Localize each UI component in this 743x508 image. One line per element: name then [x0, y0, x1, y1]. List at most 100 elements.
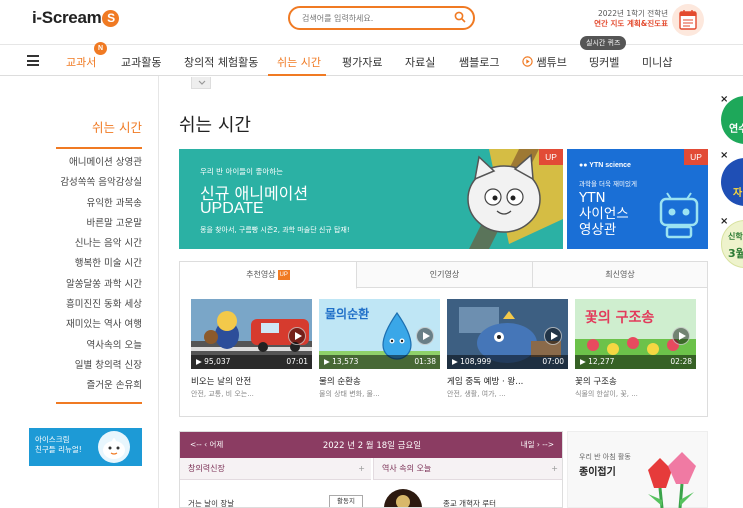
sidebar-item-finger-play[interactable]: 즐거운 손유희	[56, 377, 142, 397]
search-box[interactable]	[288, 6, 475, 30]
floating-banner-2[interactable]: 자	[721, 158, 743, 206]
nav-item-blog[interactable]: 쌤블로그	[459, 54, 499, 70]
nav-item-archive[interactable]: 자료실	[405, 54, 435, 70]
thumb-info-bar: ▶ 95,037 07:01	[191, 355, 312, 369]
video-thumbnail[interactable]: 물의순환 ▶ 13,573 01:38	[319, 299, 440, 369]
next-day-button[interactable]: 내일 › -->	[521, 439, 554, 450]
view-count-value: 12,277	[588, 357, 615, 366]
play-icon[interactable]	[288, 327, 306, 345]
nav-item-break-time[interactable]: 쉬는 시간	[277, 54, 321, 70]
search-icon[interactable]	[454, 11, 466, 26]
floating-banner-3[interactable]: 신학 3월	[721, 220, 743, 268]
video-card[interactable]: 물의순환 ▶ 13,573 01:38 물의 순환송 물의 상태 변화, 물..…	[319, 299, 440, 399]
sidebar-item-animation[interactable]: 애니메이션 상영관	[56, 154, 142, 174]
play-icon[interactable]	[416, 327, 434, 345]
video-tags: 안전, 교통, 비 오는...	[191, 390, 254, 398]
collapse-tab[interactable]	[191, 77, 211, 89]
tab-popular[interactable]: 인기영상	[357, 262, 533, 288]
thumbnail-caption: 꽃의 구조송	[585, 310, 655, 326]
notice-link[interactable]: 2022년 1학기 전학년 연간 지도 계획&진도표	[588, 9, 668, 29]
nav-item-textbook[interactable]: 교과서	[66, 54, 96, 70]
duration: 07:00	[542, 357, 564, 366]
logo[interactable]: i-Scream S	[32, 8, 120, 28]
sidebar-item-art-time[interactable]: 행복한 미술 시간	[56, 255, 142, 275]
close-floating-2[interactable]: ×	[720, 150, 728, 161]
video-title[interactable]: 비오는 날의 안전	[191, 375, 312, 387]
tab-recommended[interactable]: 추천영상 UP	[180, 262, 357, 289]
video-title[interactable]: 꽃의 구조송	[575, 375, 696, 387]
video-card[interactable]: ▶ 108,999 07:00 게임 중독 예방 · 왕... 안전, 생활, …	[447, 299, 568, 399]
floating-text-2: 자	[733, 188, 743, 199]
tab-latest[interactable]: 최신영상	[533, 262, 707, 288]
origami-tulip-illustration	[648, 452, 696, 508]
nav-item-creative-activity[interactable]: 창의적 체험활동	[184, 54, 258, 70]
sidebar-item-science-time[interactable]: 알쏭달쏭 과학 시간	[56, 276, 142, 296]
nav-item-assessment[interactable]: 평가자료	[342, 54, 382, 70]
ytn-logo-text: YTN science	[589, 162, 631, 169]
planner-button[interactable]	[672, 4, 704, 36]
sidebar-item-history-trip[interactable]: 재미있는 역사 여행	[56, 316, 142, 336]
play-icon[interactable]	[672, 327, 690, 345]
thumb-info-bar: ▶ 13,573 01:38	[319, 355, 440, 369]
paper-folding-card[interactable]: 우리 반 아침 활동 종이접기	[567, 431, 708, 508]
play-icon[interactable]	[544, 327, 562, 345]
search-input[interactable]	[302, 11, 452, 25]
video-thumbnail[interactable]: ▶ 95,037 07:01	[191, 299, 312, 369]
ytn-title2: 사이언스	[579, 206, 629, 222]
video-title[interactable]: 게임 중독 예방 · 왕...	[447, 375, 568, 387]
sidebar-item-music-listening[interactable]: 감성쏙쏙 음악감상실	[56, 174, 142, 194]
new-animation-banner[interactable]: 우리 반 아이들이 좋아하는 신규 애니메이션 UPDATE 몽을 찾아서, 구…	[179, 149, 563, 249]
video-thumbnail[interactable]: ▶ 108,999 07:00	[447, 299, 568, 369]
sidebar-item-daily-creativity[interactable]: 일별 창의력 신장	[56, 357, 142, 377]
ytn-title: YTN 사이언스 영상관	[579, 190, 629, 238]
sidebar-divider	[158, 76, 159, 508]
floating-text-1: 연수	[729, 124, 743, 135]
thumb-info-bar: ▶ 12,277 02:28	[575, 355, 696, 369]
video-title[interactable]: 물의 순환송	[319, 375, 440, 387]
hamburger-menu-icon[interactable]	[27, 55, 39, 66]
close-floating-3[interactable]: ×	[720, 216, 728, 227]
sidebar-item-music-time[interactable]: 신나는 음악 시간	[56, 235, 142, 255]
nav-item-subject-activity[interactable]: 교과활동	[121, 54, 161, 70]
video-thumbnail[interactable]: 꽃의 구조송 ▶ 12,277 02:28	[575, 299, 696, 369]
nav-item-thinkerbell[interactable]: 띵커벨	[589, 54, 619, 70]
view-count-value: 95,037	[204, 357, 231, 366]
banner2-up-tag: UP	[684, 149, 708, 165]
page-title: 쉬는 시간	[179, 115, 251, 136]
plus-icon[interactable]: +	[358, 458, 365, 480]
sidebar-item-good-words[interactable]: 바른말 고운말	[56, 215, 142, 235]
ytn-desc: 과학을 더욱 재미있게	[579, 180, 637, 188]
nav-item-tube[interactable]: 쌤튜브	[522, 54, 567, 70]
creativity-item[interactable]: 거는 날이 장날	[188, 498, 234, 507]
video-tags: 식물의 한살이, 꽃, ...	[575, 390, 638, 398]
floating-text-3: 신학	[728, 232, 743, 241]
active-nav-indicator	[268, 74, 326, 76]
calendar-date: 2022 년 2 월 18일 금요일	[322, 441, 422, 451]
sidebar-item-today-in-history[interactable]: 역사속의 오늘	[56, 337, 142, 357]
video-card[interactable]: 꽃의 구조송 ▶ 12,277 02:28 꽃의 구조송 식물의 한살이, 꽃,…	[575, 299, 696, 399]
mascot-image	[98, 431, 130, 463]
duration: 01:38	[414, 357, 436, 366]
plus-icon[interactable]: +	[551, 458, 558, 480]
chevron-down-icon	[198, 80, 206, 85]
video-card[interactable]: ▶ 95,037 07:01 비오는 날의 안전 안전, 교통, 비 오는...	[191, 299, 312, 399]
sidebar-divider-bottom	[56, 402, 142, 404]
play-circle-icon	[522, 56, 533, 67]
sidebar-item-fairy-tale[interactable]: 흥미진진 동화 세상	[56, 296, 142, 316]
video-tabs: 추천영상 UP 인기영상 최신영상	[180, 262, 707, 289]
notice-line1: 2022년 1학기 전학년	[597, 9, 668, 18]
notice-line2: 연간 지도 계획&진도표	[594, 19, 668, 28]
worksheet-button[interactable]: 활동지	[329, 495, 363, 507]
header: i-ScreamS 2022년 1학기 전학년 연간 지도 계획&진도표	[0, 0, 743, 44]
history-column-title: 역사 속의 오늘	[382, 464, 432, 473]
tab-up-badge: UP	[277, 270, 290, 280]
view-count: ▶ 108,999	[452, 357, 492, 366]
view-count-value: 108,999	[460, 357, 492, 366]
friends-renewal-banner[interactable]: 아이스크림 친구들 리뉴얼!	[29, 428, 142, 466]
sidebar-list: 애니메이션 상영관 감성쏙쏙 음악감상실 유익한 과목송 바른말 고운말 신나는…	[56, 154, 142, 398]
banner1-up-tag: UP	[539, 149, 563, 165]
history-item[interactable]: 종교 개혁자 루터	[443, 498, 496, 507]
ytn-science-banner[interactable]: ●● YTN science 과학을 더욱 재미있게 YTN 사이언스 영상관 …	[567, 149, 708, 249]
nav-item-minishop[interactable]: 미니샵	[642, 54, 672, 70]
sidebar-item-subject-song[interactable]: 유익한 과목송	[56, 195, 142, 215]
